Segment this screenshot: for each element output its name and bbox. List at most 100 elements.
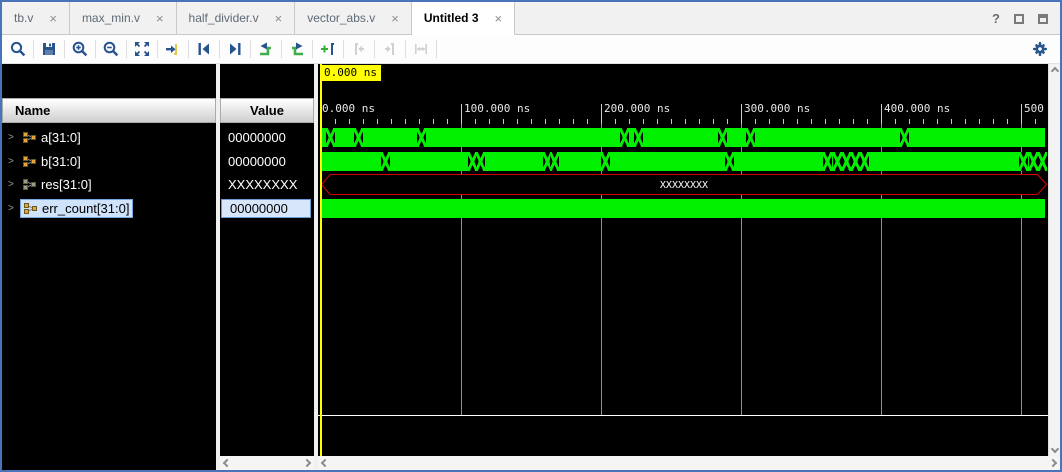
scroll-down-icon[interactable] xyxy=(1051,445,1059,453)
signal-row-err_count310[interactable]: >err_count[31:0] xyxy=(2,199,216,218)
tab-close-icon[interactable]: × xyxy=(49,12,57,25)
bus-transition-mark xyxy=(550,152,559,171)
time-cursor-line[interactable] xyxy=(320,64,322,456)
ruler-minor-tick xyxy=(517,119,518,124)
toolbar-divider xyxy=(436,40,437,58)
wave-toolbar xyxy=(2,35,1060,64)
signal-row-a310[interactable]: > a[31:0] xyxy=(2,128,216,147)
save-icon[interactable] xyxy=(37,38,61,60)
goto-time-icon[interactable] xyxy=(161,38,185,60)
settings-gear-icon[interactable] xyxy=(1028,38,1052,60)
value-column-header[interactable]: Value xyxy=(220,98,314,123)
ruler-minor-tick xyxy=(475,119,476,124)
bus-transition-mark xyxy=(823,152,832,171)
bus-value-text: XXXXXXXX xyxy=(660,180,708,191)
signal-label-box[interactable]: b[31:0] xyxy=(20,152,84,171)
ruler-minor-tick xyxy=(867,119,868,124)
zoom-in-icon[interactable] xyxy=(68,38,92,60)
wave-err_count310[interactable] xyxy=(321,199,1045,218)
signal-name: a[31:0] xyxy=(41,130,81,145)
signal-label-box[interactable]: err_count[31:0] xyxy=(20,199,133,218)
window-controls: ? xyxy=(992,2,1048,35)
maximize-icon[interactable] xyxy=(1014,14,1024,24)
expand-arrow-icon[interactable]: > xyxy=(8,179,20,190)
ruler-minor-tick xyxy=(909,119,910,124)
tab-max-min-v[interactable]: max_min.v× xyxy=(70,2,177,34)
ruler-major-tick xyxy=(741,104,742,124)
bus-transition-mark xyxy=(746,128,755,147)
tab-close-icon[interactable]: × xyxy=(156,12,164,25)
float-icon[interactable] xyxy=(1038,14,1048,24)
bus-transition-mark xyxy=(417,128,426,147)
signal-name: b[31:0] xyxy=(41,154,81,169)
waveform-canvas[interactable]: 0.000 ns100.000 ns200.000 ns300.000 ns40… xyxy=(318,64,1048,456)
signal-row-b310[interactable]: > b[31:0] xyxy=(2,152,216,171)
signal-name: res[31:0] xyxy=(41,177,92,192)
ruler-minor-tick xyxy=(391,119,392,124)
signal-label-box[interactable]: res[31:0] xyxy=(20,175,95,194)
signal-label-box[interactable]: a[31:0] xyxy=(20,128,84,147)
previous-edge-icon[interactable] xyxy=(192,38,216,60)
toolbar-divider xyxy=(405,40,406,58)
tab-half-divider-v[interactable]: half_divider.v× xyxy=(177,2,296,34)
tab-vector-abs-v[interactable]: vector_abs.v × xyxy=(295,2,412,34)
wave-main-panel: Name Value >a[31:0]>b[31:0]>res[31:0]>er… xyxy=(2,64,1060,470)
value-row-b310[interactable]: 00000000 xyxy=(220,152,314,171)
tab-bar: tb.v×max_min.v×half_divider.v×vector_abs… xyxy=(2,2,1060,35)
tab-label: vector_abs.v xyxy=(307,11,375,25)
ruler-minor-tick xyxy=(685,119,686,124)
bus-icon xyxy=(23,132,36,143)
swap-cursors-icon[interactable] xyxy=(409,38,433,60)
help-icon[interactable]: ? xyxy=(992,11,1000,26)
tab-close-icon[interactable]: × xyxy=(391,12,399,25)
value-row-res310[interactable]: XXXXXXXX xyxy=(220,175,314,194)
ruler-major-tick xyxy=(601,104,602,124)
name-column-header[interactable]: Name xyxy=(2,98,216,123)
ruler-minor-tick xyxy=(559,119,560,124)
ruler-minor-tick xyxy=(853,119,854,124)
tab-tb-v[interactable]: tb.v× xyxy=(2,2,70,34)
ruler-minor-tick xyxy=(489,119,490,124)
bus-transition-mark xyxy=(326,128,335,147)
wave-scroll-left-icon[interactable] xyxy=(321,459,329,467)
value-row-err_count310[interactable]: 00000000 xyxy=(220,199,314,218)
ruler-minor-tick xyxy=(923,119,924,124)
wave-horizontal-scrollbar[interactable] xyxy=(318,456,1060,470)
next-transition-icon[interactable] xyxy=(285,38,309,60)
tab-close-icon[interactable]: × xyxy=(495,12,503,25)
ruler-minor-tick xyxy=(769,119,770,124)
wave-a310[interactable] xyxy=(321,128,1045,147)
expand-arrow-icon[interactable]: > xyxy=(8,156,20,167)
expand-arrow-icon[interactable]: > xyxy=(8,203,20,214)
value-row-a310[interactable]: 00000000 xyxy=(220,128,314,147)
signal-value[interactable]: 00000000 xyxy=(221,199,311,218)
value-horizontal-scrollbar[interactable] xyxy=(220,456,314,470)
ruler-minor-tick xyxy=(657,119,658,124)
tab-untitled-3[interactable]: Untitled 3× xyxy=(412,2,515,35)
wave-scroll-right-icon[interactable] xyxy=(1049,459,1057,467)
wave-b310[interactable] xyxy=(321,152,1045,171)
add-marker-icon[interactable] xyxy=(316,38,340,60)
wave-res310[interactable]: XXXXXXXX xyxy=(321,174,1047,200)
previous-marker-icon[interactable] xyxy=(347,38,371,60)
scroll-up-icon[interactable] xyxy=(1051,67,1059,75)
zoom-fit-icon[interactable] xyxy=(130,38,154,60)
next-edge-icon[interactable] xyxy=(223,38,247,60)
ruler-minor-tick xyxy=(405,119,406,124)
signal-row-res310[interactable]: > res[31:0] xyxy=(2,175,216,194)
tab-close-icon[interactable]: × xyxy=(275,12,283,25)
ruler-minor-tick xyxy=(545,119,546,124)
name-value-splitter[interactable] xyxy=(216,64,220,470)
previous-transition-icon[interactable] xyxy=(254,38,278,60)
ruler-minor-tick xyxy=(1007,119,1008,124)
search-icon[interactable] xyxy=(6,38,30,60)
value-scroll-right-icon[interactable] xyxy=(303,459,311,467)
value-scroll-left-icon[interactable] xyxy=(223,459,231,467)
expand-arrow-icon[interactable]: > xyxy=(8,132,20,143)
toolbar-divider xyxy=(219,40,220,58)
zoom-out-icon[interactable] xyxy=(99,38,123,60)
bus-transition-mark xyxy=(725,152,734,171)
toolbar-divider xyxy=(157,40,158,58)
vertical-scrollbar[interactable] xyxy=(1048,64,1060,456)
next-marker-icon[interactable] xyxy=(378,38,402,60)
